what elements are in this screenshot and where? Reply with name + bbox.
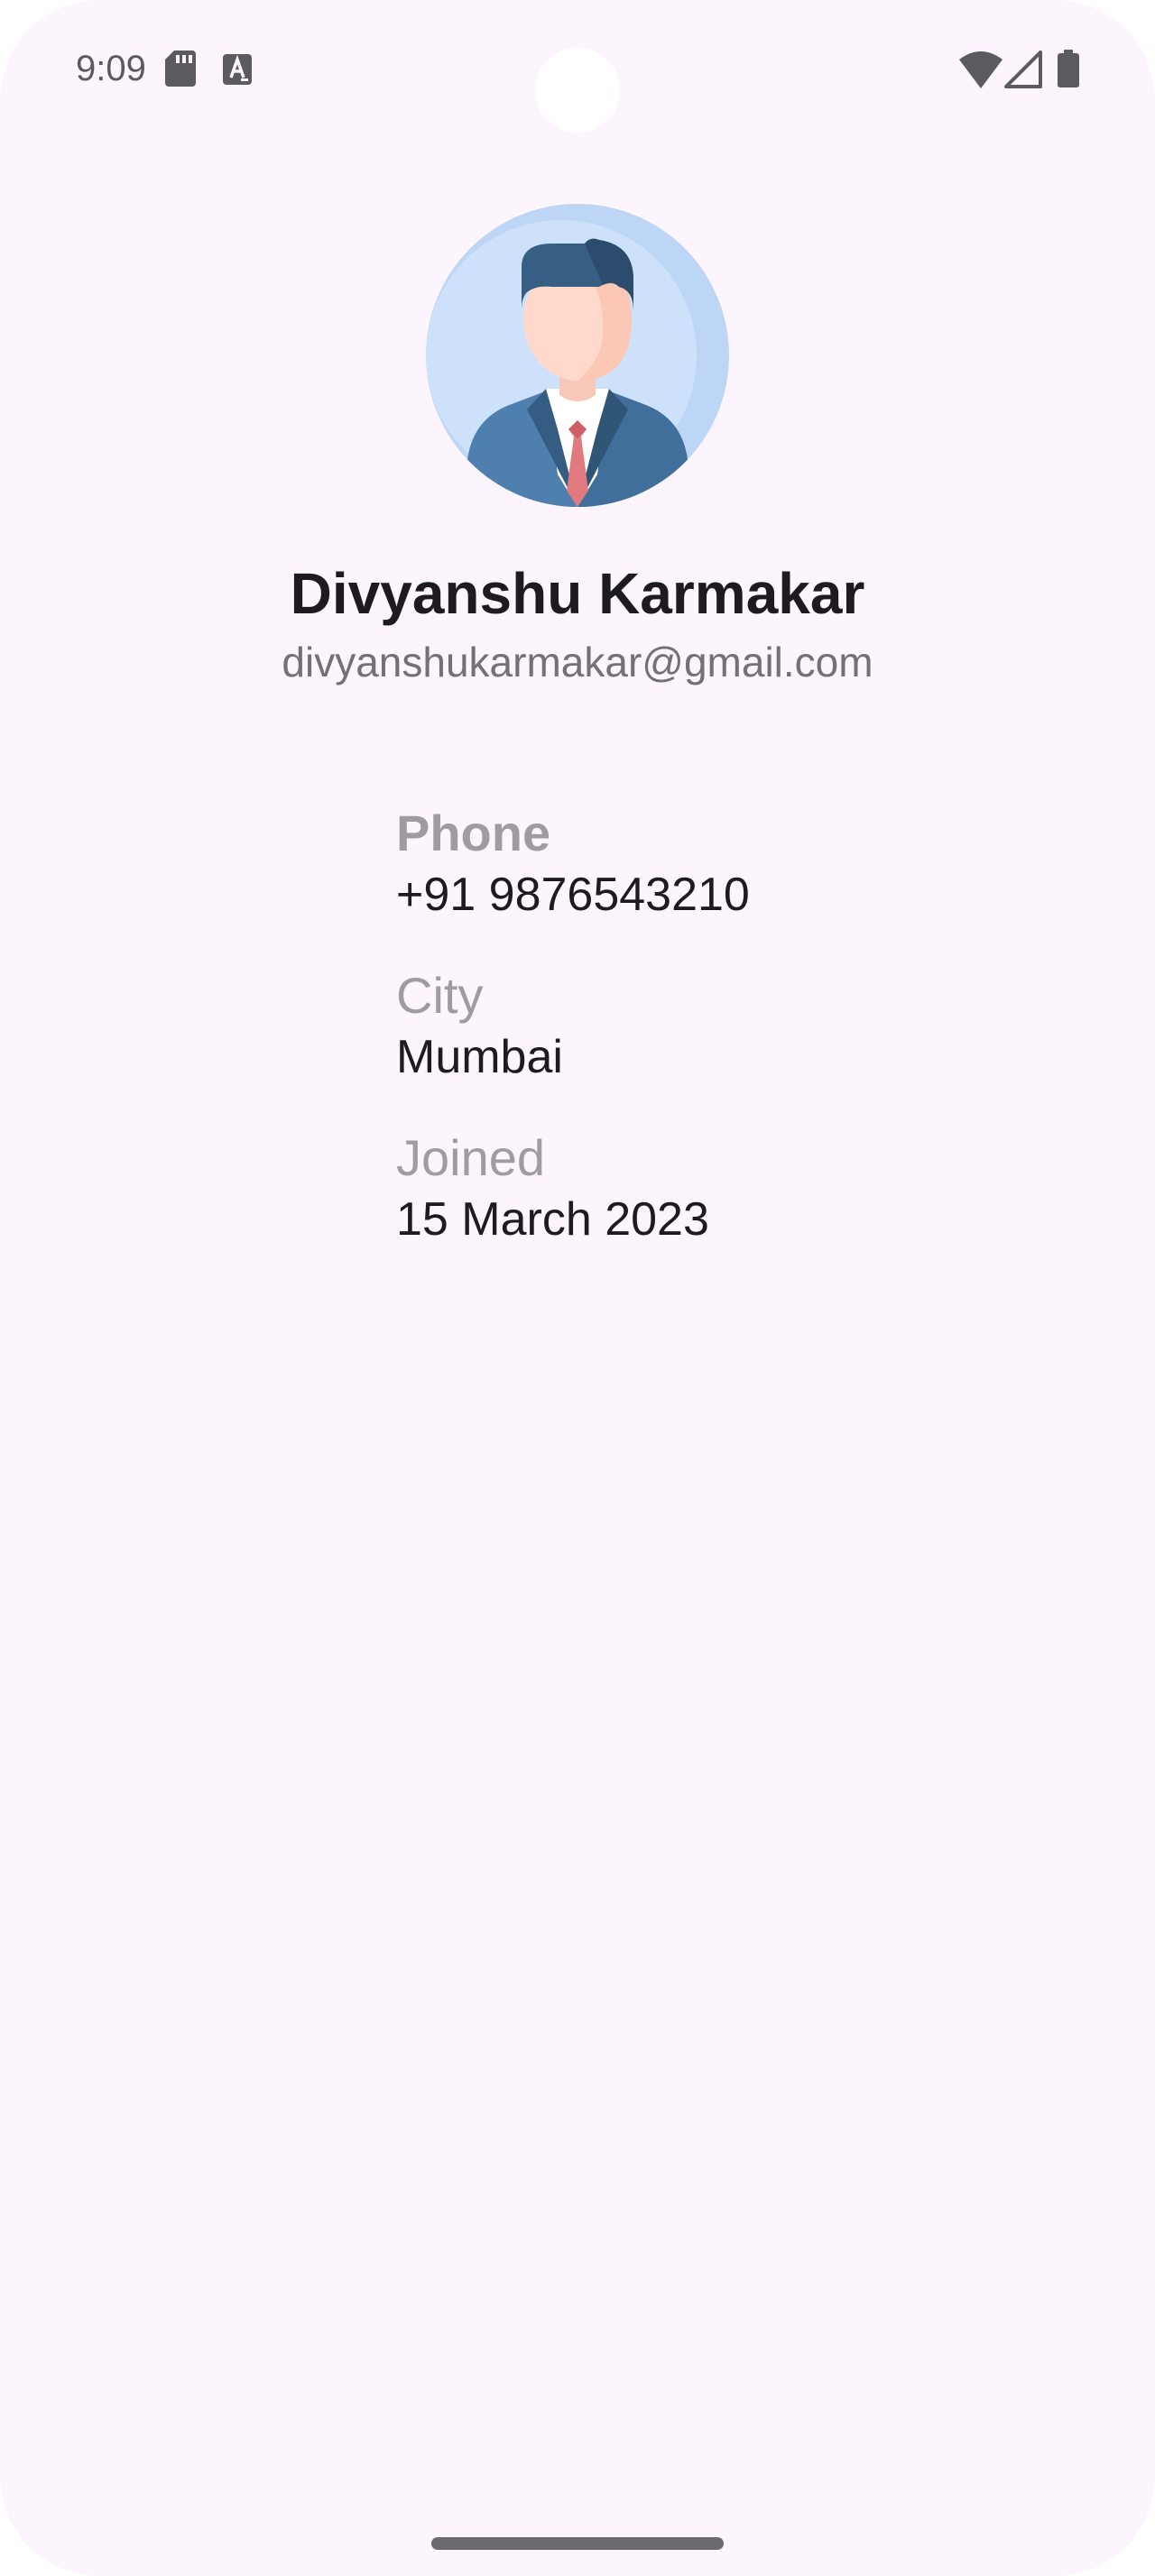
sd-card-icon bbox=[165, 51, 196, 87]
accessibility-icon bbox=[223, 54, 252, 85]
detail-city: City Mumbai bbox=[396, 963, 1028, 1086]
detail-label: Joined bbox=[396, 1129, 546, 1186]
camera-cutout bbox=[535, 48, 620, 133]
signal-icon bbox=[1004, 51, 1042, 88]
detail-value: 15 March 2023 bbox=[396, 1193, 709, 1246]
status-time: 9:09 bbox=[76, 49, 146, 88]
home-indicator[interactable] bbox=[431, 2537, 724, 2550]
detail-value: +91 9876543210 bbox=[396, 869, 750, 921]
profile-name: Divyanshu Karmakar bbox=[290, 561, 865, 626]
profile-email: divyanshukarmakar@gmail.com bbox=[282, 639, 873, 685]
detail-label: Phone bbox=[396, 805, 551, 861]
businessman-avatar-icon bbox=[426, 204, 729, 507]
battery-icon bbox=[1058, 50, 1079, 87]
detail-joined: Joined 15 March 2023 bbox=[396, 1126, 1028, 1248]
app-screen: 9:09 Divyanshu Karmakar divyanshukarmaka… bbox=[0, 0, 1155, 2576]
status-bar: 9:09 bbox=[0, 0, 1155, 135]
detail-value: Mumbai bbox=[396, 1031, 563, 1083]
wifi-icon bbox=[959, 51, 1003, 88]
detail-phone: Phone +91 9876543210 bbox=[396, 801, 1028, 924]
profile-details: Phone +91 9876543210 City Mumbai Joined … bbox=[396, 801, 1028, 1288]
detail-label: City bbox=[396, 967, 484, 1024]
